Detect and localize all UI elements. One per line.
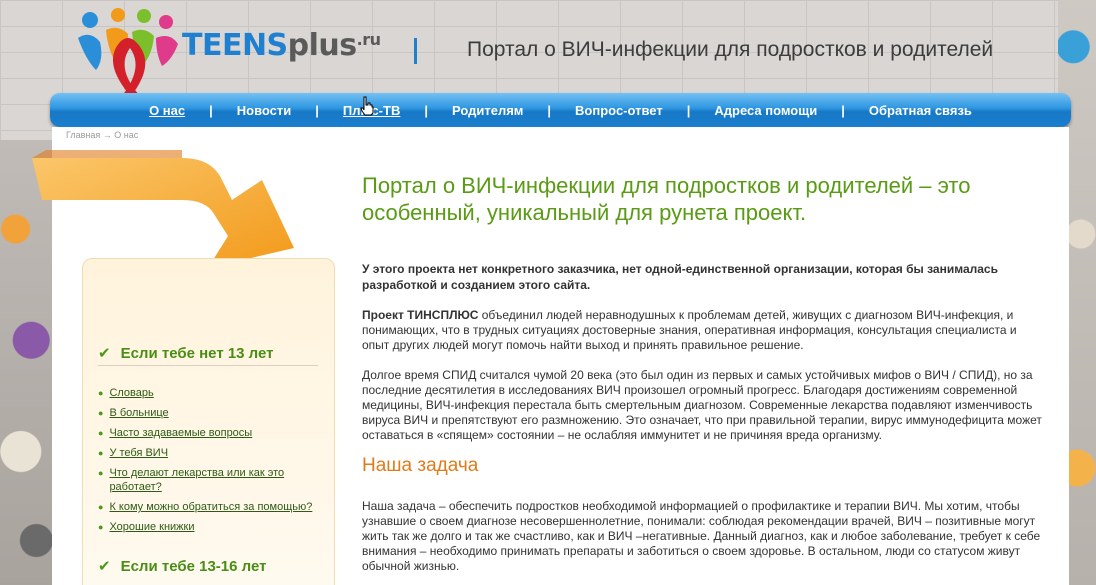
list-item: ● У тебя ВИЧ [98, 446, 323, 460]
nav-item-news[interactable]: Новости [213, 103, 316, 118]
paragraph-project: Проект ТИНСПЛЮС объединил людей неравнод… [362, 308, 1042, 353]
list-item: ● Часто задаваемые вопросы [98, 426, 323, 440]
nav-item-feedback[interactable]: Обратная связь [845, 103, 996, 118]
bullet-icon: ● [98, 502, 104, 512]
sidebar-link-who-to-contact[interactable]: К кому можно обратиться за помощью? [109, 500, 312, 514]
nav-item-about[interactable]: О нас [125, 103, 209, 118]
main-nav: О нас | Новости | Плюс-ТВ | Родителям | … [50, 93, 1071, 127]
bullet-icon: ● [98, 468, 104, 478]
project-name: Проект ТИНСПЛЮС [362, 308, 479, 322]
paragraph-history: Долгое время СПИД считался чумой 20 века… [362, 368, 1042, 442]
sidebar-section-title-text: Если тебе 13-16 лет [120, 557, 267, 575]
nav-item-qa[interactable]: Вопрос-ответ [551, 103, 687, 118]
sidebar-divider [98, 365, 318, 366]
page-title: Портал о ВИЧ-инфекции для подростков и р… [362, 173, 971, 225]
header-divider [414, 38, 417, 64]
list-item: ● Хорошие книжки [98, 520, 323, 534]
list-item: ● В больнице [98, 406, 323, 420]
bullet-icon: ● [98, 408, 104, 418]
bullet-icon: ● [98, 388, 104, 398]
section-heading-our-task: Наша задача [362, 455, 479, 476]
site-tagline: Портал о ВИЧ-инфекции для подростков и р… [467, 38, 994, 61]
nav-item-help-addresses[interactable]: Адреса помощи [690, 103, 841, 118]
sidebar-link-medicines[interactable]: Что делают лекарства или как это работае… [109, 466, 323, 494]
checkmark-icon: ✔ [98, 558, 111, 575]
list-item: ● Что делают лекарства или как это работа… [98, 466, 323, 494]
intro-paragraph: У этого проекта нет конкретного заказчик… [362, 262, 998, 292]
paragraph-our-task: Наша задача – обеспечить подростков необ… [362, 499, 1041, 573]
sidebar-link-you-have-hiv[interactable]: У тебя ВИЧ [109, 446, 168, 460]
hand-cursor-icon [360, 96, 374, 116]
bullet-icon: ● [98, 522, 104, 532]
sidebar-section-title-under-13: ✔ Если тебе нет 13 лет [98, 344, 274, 363]
main-content: Портал о ВИЧ-инфекции для подростков и р… [362, 172, 1042, 585]
sidebar-link-dictionary[interactable]: Словарь [109, 386, 153, 400]
logo-wordmark: TEENSplus.ru [182, 28, 381, 63]
sidebar-section-title-text: Если тебе нет 13 лет [120, 344, 274, 362]
sidebar-section-title-13-16: ✔ Если тебе 13-16 лет [98, 557, 267, 576]
sidebar-link-list: ● Словарь ● В больнице ● Часто задаваемые в… [98, 386, 323, 540]
sidebar-link-faq[interactable]: Часто задаваемые вопросы [109, 426, 252, 440]
sidebar-link-hospital[interactable]: В больнице [109, 406, 168, 420]
checkmark-icon: ✔ [98, 345, 111, 362]
logo-ru-text: .ru [356, 30, 381, 49]
bullet-icon: ● [98, 448, 104, 458]
breadcrumb: Главная → О нас [66, 130, 139, 140]
logo-teens-text: TEENS [182, 28, 288, 63]
list-item: ● Словарь [98, 386, 323, 400]
logo-plus-text: plus [287, 28, 357, 63]
bullet-icon: ● [98, 428, 104, 438]
nav-item-parents[interactable]: Родителям [428, 103, 547, 118]
list-item: ● К кому можно обратиться за помощью? [98, 500, 323, 514]
sidebar-link-good-books[interactable]: Хорошие книжки [109, 520, 194, 534]
